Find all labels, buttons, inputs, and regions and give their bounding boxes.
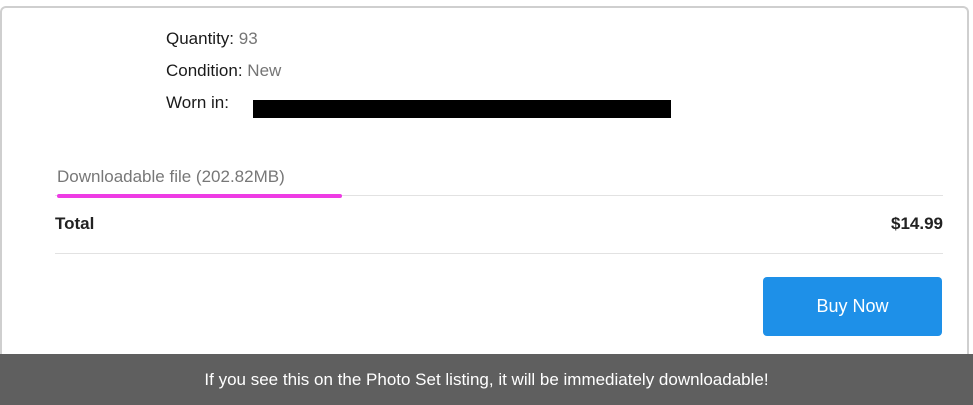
buy-now-button[interactable]: Buy Now [763,277,942,336]
quantity-row: Quantity: 93 [166,27,281,59]
order-summary-panel [0,6,969,405]
downloadable-file-label: Downloadable file (202.82MB) [57,167,285,186]
condition-row: Condition: New [166,59,281,91]
info-banner: If you see this on the Photo Set listing… [0,354,973,405]
worn-in-label: Worn in: [166,93,229,112]
condition-value: New [247,61,282,80]
condition-label: Condition: [166,61,243,80]
divider-bottom [55,253,943,254]
redaction-bar [253,100,671,118]
total-price: $14.99 [891,214,943,233]
quantity-value: 93 [238,29,258,48]
highlight-underline [57,194,342,198]
total-label: Total [55,214,95,233]
quantity-label: Quantity: [166,29,235,48]
page: Quantity: 93 Condition: New Worn in: Dow… [0,0,973,405]
